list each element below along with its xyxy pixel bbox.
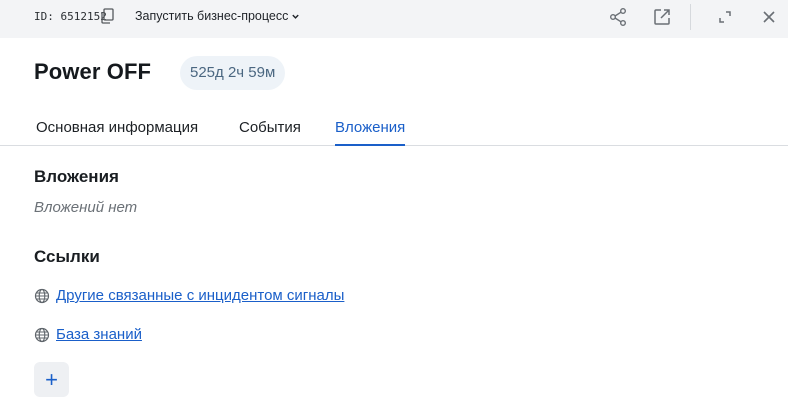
record-id: ID: 6512152: [34, 10, 107, 23]
link-related-signals[interactable]: Другие связанные с инцидентом сигналы: [56, 287, 344, 304]
tab-events[interactable]: События: [239, 119, 301, 144]
link-item: Другие связанные с инцидентом сигналы: [34, 287, 344, 304]
tab-main-info[interactable]: Основная информация: [36, 119, 198, 144]
plus-icon: +: [45, 366, 58, 392]
globe-icon: [34, 288, 50, 303]
toolbar-divider: [690, 4, 691, 30]
expand-icon[interactable]: [715, 7, 735, 27]
start-business-process-button[interactable]: Запустить бизнес-процесс: [135, 9, 300, 23]
link-knowledge-base[interactable]: База знаний: [56, 326, 142, 343]
link-item: База знаний: [34, 326, 142, 343]
page-title: Power OFF: [34, 59, 152, 84]
close-icon[interactable]: [759, 7, 779, 27]
share-icon[interactable]: [608, 7, 628, 27]
attachments-section-title: Вложения: [34, 167, 119, 186]
add-link-button[interactable]: +: [34, 362, 69, 397]
chevron-down-icon: [292, 14, 300, 19]
timer-badge: 525д 2ч 59м: [180, 56, 286, 90]
top-bar: ID: 6512152 Запустить бизнес-процесс: [0, 0, 788, 38]
copy-icon[interactable]: [100, 8, 114, 24]
start-business-process-label: Запустить бизнес-процесс: [135, 9, 289, 23]
tab-bar: Основная информация События Вложения: [0, 110, 788, 146]
open-in-new-window-icon[interactable]: [652, 7, 672, 27]
attachments-empty-text: Вложений нет: [34, 199, 138, 216]
globe-icon: [34, 327, 50, 342]
links-section-title: Ссылки: [34, 247, 100, 266]
tab-attachments[interactable]: Вложения: [335, 119, 406, 146]
